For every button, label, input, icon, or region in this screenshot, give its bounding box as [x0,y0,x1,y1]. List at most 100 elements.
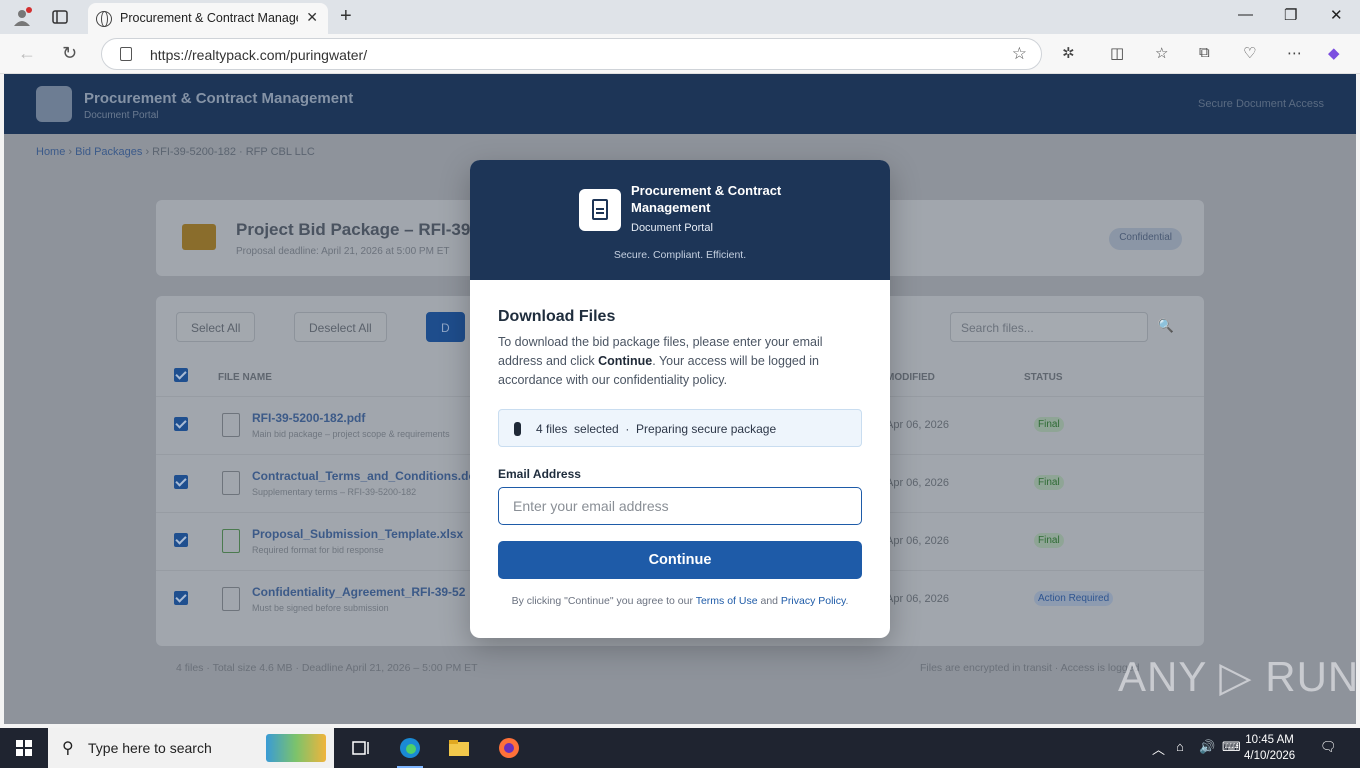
select-all-button[interactable]: Select All [176,312,256,342]
status-badge: Final [1034,475,1064,490]
row-checkbox[interactable] [174,417,188,431]
back-icon[interactable]: ← [18,43,36,64]
copilot-icon[interactable]: ◆ [1328,44,1340,62]
file-name[interactable]: Contractual_Terms_and_Conditions.docx [252,469,489,483]
modal-header: Procurement & Contract Management Docume… [470,160,890,280]
package-title: Project Bid Package – RFI-39 [236,220,471,239]
browser-tab-bar: Procurement & Contract Management ✕ + — … [0,0,1360,34]
file-date: Apr 06, 2026 [886,535,949,547]
file-date: Apr 06, 2026 [886,593,949,605]
loading-spinner-icon [514,422,521,436]
volume-icon[interactable]: 🔊 [1199,739,1215,755]
email-label: Email Address [498,467,581,481]
extensions-icon[interactable]: ✲ [1062,44,1075,62]
breadcrumb-bid-packages[interactable]: Bid Packages [75,146,142,158]
globe-icon [96,11,112,27]
notifications-icon[interactable]: 🗨 [1320,739,1337,755]
file-description: Supplementary terms – RFI-39-5200-182 [252,487,417,497]
file-description: Must be signed before submission [252,603,389,613]
consent-text: By clicking "Continue" you agree to our … [511,595,849,607]
column-modified: MODIFIED [886,372,935,383]
download-selected-button[interactable]: D [426,312,465,342]
modal-heading: Download Files [498,308,616,325]
modal-subtitle: Document Portal [631,222,713,234]
file-search-input[interactable]: Search files... [950,312,1148,342]
taskbar-search-text: Type here to search [88,740,212,756]
continue-button[interactable]: Continue [498,541,862,579]
file-name[interactable]: RFI-39-5200-182.pdf [252,411,365,425]
pdf-file-icon [222,413,240,437]
folder-icon [182,224,216,250]
refresh-icon[interactable]: ↻ [62,43,77,64]
split-screen-icon[interactable]: ◫ [1110,44,1124,62]
selection-status-text: 4 files selected · Preparing secure pack… [536,422,777,436]
footer-summary: 4 files · Total size 4.6 MB · Deadline A… [176,662,478,674]
edge-taskbar-icon[interactable] [397,736,423,768]
more-menu-icon[interactable]: ⋯ [1287,44,1302,62]
file-explorer-icon[interactable] [446,736,472,760]
clock-date: 4/10/2026 [1244,750,1296,762]
search-icon[interactable]: 🔍 [1158,318,1174,334]
package-deadline: Proposal deadline: April 21, 2026 at 5:0… [236,246,450,257]
doc-file-icon [222,471,240,495]
url-bar[interactable]: https://realtypack.com/puringwater/ ☆ [101,38,1042,70]
lock-icon [120,47,132,61]
footer-security-note: Files are encrypted in transit · Access … [920,662,1140,674]
column-file-name: FILE NAME [218,372,272,383]
maximize-icon[interactable]: ❐ [1284,6,1297,24]
network-icon[interactable]: ⌂ [1176,739,1184,754]
show-hidden-icons[interactable]: ︿ [1152,739,1165,758]
portal-title: Procurement & Contract Management [84,90,354,107]
profile-icon[interactable] [12,7,32,27]
tab-title: Procurement & Contract Management [120,11,298,25]
minimize-icon[interactable]: — [1238,6,1253,23]
breadcrumb-home[interactable]: Home [36,146,65,158]
row-checkbox[interactable] [174,475,188,489]
browser-essentials-icon[interactable]: ♡ [1243,44,1256,62]
status-badge: Final [1034,417,1064,432]
modal-title: Procurement & Contract Management [631,183,782,215]
tab-actions-icon[interactable] [50,7,70,27]
file-date: Apr 06, 2026 [886,477,949,489]
terms-link[interactable]: Terms of Use [696,595,758,607]
status-badge: Action Required [1034,591,1114,606]
search-icon: ⚲ [62,740,74,757]
clock-time: 10:45 AM [1245,734,1294,746]
new-tab-button[interactable]: + [340,5,352,28]
collections-icon[interactable]: ⧉ [1199,44,1210,61]
confidential-badge: Confidential [1109,228,1182,250]
email-field[interactable] [498,487,862,525]
file-description: Main bid package – project scope & requi… [252,429,450,439]
document-logo-icon [579,189,621,231]
browser-tab-active[interactable]: Procurement & Contract Management ✕ [88,3,328,34]
file-name[interactable]: Confidentiality_Agreement_RFI-39-52 [252,585,465,599]
close-window-icon[interactable]: ✕ [1330,6,1343,24]
address-bar-row: ← ↻ https://realtypack.com/puringwater/ … [0,34,1360,74]
tab-close-icon[interactable]: ✕ [306,9,318,26]
spreadsheet-file-icon [222,529,240,553]
system-clock[interactable]: 10:45 AM 4/10/2026 [1244,732,1295,764]
file-list-footer: 4 files · Total size 4.6 MB · Deadline A… [156,650,1204,686]
favorite-star-icon[interactable]: ☆ [1012,44,1027,64]
privacy-link[interactable]: Privacy Policy [781,595,846,607]
file-name[interactable]: Proposal_Submission_Template.xlsx [252,527,463,541]
column-status: STATUS [1024,372,1063,383]
task-view-icon[interactable] [348,736,374,760]
input-method-icon[interactable]: ⌨ [1222,739,1241,755]
select-all-checkbox[interactable] [174,368,188,382]
file-date: Apr 06, 2026 [886,419,949,431]
row-checkbox[interactable] [174,591,188,605]
row-checkbox[interactable] [174,533,188,547]
taskbar-search[interactable]: ⚲ Type here to search [48,728,334,768]
portal-header: Procurement & Contract Management Docume… [4,74,1356,134]
firefox-icon[interactable] [496,736,522,760]
file-description: Required format for bid response [252,545,384,555]
favorites-icon[interactable]: ☆ [1155,44,1168,62]
secure-access-label: Secure Document Access [1198,98,1324,110]
download-modal: Procurement & Contract Management Docume… [470,160,890,638]
status-badge: Final [1034,533,1064,548]
portal-logo-icon [36,86,72,122]
search-highlight-image [266,734,326,762]
deselect-all-button[interactable]: Deselect All [294,312,387,342]
windows-start-icon[interactable] [16,740,32,756]
